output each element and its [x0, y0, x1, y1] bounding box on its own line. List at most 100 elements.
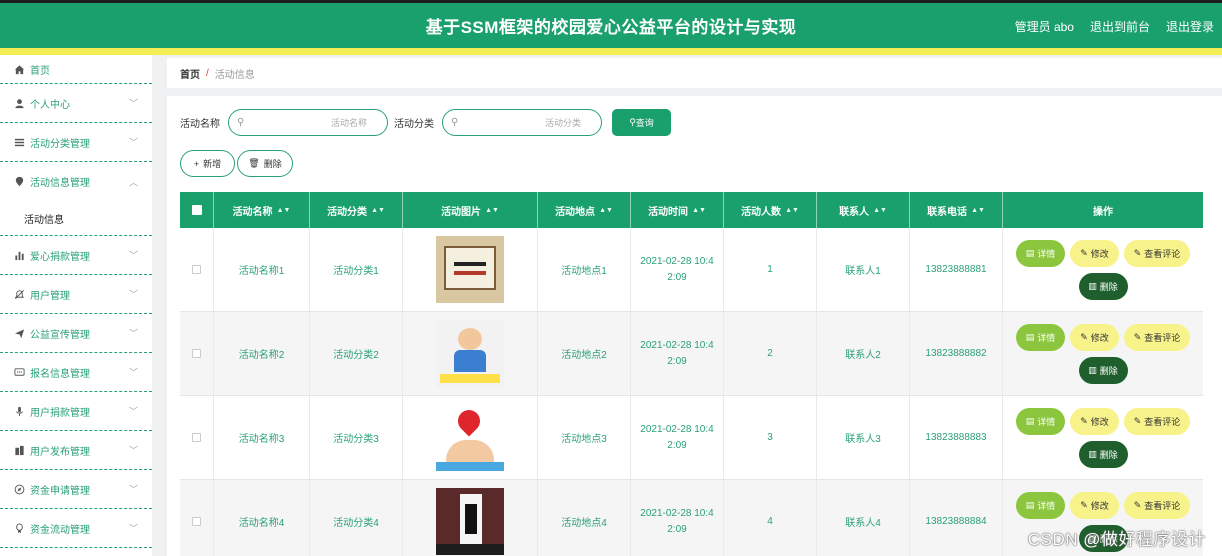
row-checkbox[interactable] — [192, 433, 201, 442]
cell-category: 活动分类4 — [310, 480, 403, 556]
sidebar-item-registration[interactable]: 报名信息管理 ﹀ — [0, 353, 152, 392]
column-header-contact[interactable]: 联系人 ▲▼ — [817, 192, 910, 228]
trash-icon: ▥ — [1088, 364, 1097, 375]
chevron-down-icon: ﹀ — [128, 98, 138, 109]
view-comments-button[interactable]: ✎ 查看评论 — [1124, 323, 1190, 351]
delete-button[interactable]: ▥ 删除 — [1078, 440, 1128, 468]
time-text: 2:09 — [667, 439, 687, 451]
edit-button[interactable]: ✎ 修改 — [1070, 407, 1119, 435]
activity-category-label: 活动分类 — [394, 119, 434, 130]
column-header-name[interactable]: 活动名称 ▲▼ — [214, 192, 310, 228]
activity-image[interactable] — [436, 320, 504, 387]
sidebar-item-user-publish[interactable]: 用户发布管理 ﹀ — [0, 431, 152, 470]
sort-icon: ▲▼ — [485, 206, 499, 214]
column-header-label: 活动名称 — [232, 206, 273, 218]
batch-delete-button[interactable]: 🗑 删除 — [237, 150, 293, 177]
edit-label: 修改 — [1090, 248, 1109, 259]
row-checkbox[interactable] — [192, 517, 201, 526]
cell-name: 活动名称3 — [214, 396, 310, 479]
time-text: 2021-02-28 10:4 — [640, 339, 714, 351]
toolbar: + 新增 🗑 删除 — [180, 150, 293, 177]
sidebar-item-activity-management[interactable]: 活动信息管理 ︿ — [0, 162, 152, 201]
sidebar-item-publicity[interactable]: 公益宣传管理 ﹀ — [0, 314, 152, 353]
select-all-checkbox[interactable] — [191, 205, 202, 215]
list-icon — [13, 136, 25, 148]
location-pin-icon — [13, 176, 25, 188]
pencil-icon: ✎ — [1133, 331, 1142, 342]
logout-link[interactable]: 退出登录 — [1166, 18, 1214, 35]
home-icon — [13, 63, 25, 75]
detail-button[interactable]: ▤ 详情 — [1016, 323, 1065, 351]
activity-name-search-field[interactable]: ⚲ — [228, 109, 388, 136]
delete-button[interactable]: ▥ 删除 — [1078, 356, 1128, 384]
cell-ops: ▤ 详情 ✎ 修改 ✎ 查看评论 ▥ 删除 — [1003, 396, 1203, 479]
activity-category-search-field[interactable]: ⚲ — [442, 109, 602, 136]
row-checkbox[interactable] — [192, 349, 201, 358]
cell-place: 活动地点3 — [538, 396, 631, 479]
batch-delete-label: 删除 — [263, 159, 282, 169]
sidebar-item-user-donation[interactable]: 用户捐款管理 ﹀ — [0, 392, 152, 431]
chevron-down-icon: ﹀ — [128, 250, 138, 261]
column-header-phone[interactable]: 联系电话 ▲▼ — [910, 192, 1003, 228]
add-button-label: 新增 — [203, 159, 222, 169]
sidebar-item-label: 活动分类管理 — [30, 138, 90, 150]
column-header-place[interactable]: 活动地点 ▲▼ — [538, 192, 631, 228]
sidebar-subitem-activity-info[interactable]: 活动信息 — [0, 201, 152, 236]
time-text: 2021-02-28 10:4 — [640, 255, 714, 267]
chevron-down-icon: ﹀ — [128, 445, 138, 456]
sort-icon: ▲▼ — [692, 206, 706, 214]
sidebar-item-fund-application[interactable]: 资金申请管理 ﹀ — [0, 470, 152, 509]
chevron-down-icon: ﹀ — [128, 406, 138, 417]
view-comments-button[interactable]: ✎ 查看评论 — [1124, 407, 1190, 435]
sidebar-item-users[interactable]: 用户管理 ﹀ — [0, 275, 152, 314]
cell-category: 活动分类3 — [310, 396, 403, 479]
column-header-label: 活动图片 — [441, 206, 482, 218]
back-to-front-link[interactable]: 退出到前台 — [1090, 18, 1150, 35]
sidebar-item-profile[interactable]: 个人中心 ﹀ — [0, 84, 152, 123]
document-icon: ▤ — [1025, 247, 1035, 258]
cell-contact: 联系人1 — [817, 228, 910, 311]
sidebar-item-label: 个人中心 — [30, 99, 70, 111]
column-header-time[interactable]: 活动时间 ▲▼ — [631, 192, 724, 228]
sidebar-item-donation[interactable]: 爱心捐款管理 ﹀ — [0, 236, 152, 275]
column-header-count[interactable]: 活动人数 ▲▼ — [724, 192, 817, 228]
cell-place: 活动地点1 — [538, 228, 631, 311]
column-header-category[interactable]: 活动分类 ▲▼ — [310, 192, 403, 228]
edit-button[interactable]: ✎ 修改 — [1070, 239, 1119, 267]
chevron-up-icon: ︿ — [128, 177, 138, 187]
cell-name: 活动名称1 — [214, 228, 310, 311]
cell-phone: 13823888884 — [910, 480, 1003, 556]
edit-label: 修改 — [1090, 416, 1109, 427]
activity-image[interactable] — [436, 404, 504, 471]
activity-table: 活动名称 ▲▼ 活动分类 ▲▼ 活动图片 ▲▼ 活动地点 ▲▼ 活动时间 ▲▼ 活动人数 ▲… — [180, 192, 1203, 556]
sidebar-item-label: 报名信息管理 — [30, 368, 90, 380]
column-header-image[interactable]: 活动图片 ▲▼ — [403, 192, 538, 228]
detail-button[interactable]: ▤ 详情 — [1016, 491, 1065, 519]
row-checkbox[interactable] — [192, 265, 201, 274]
cell-contact: 联系人2 — [817, 312, 910, 395]
delete-button[interactable]: ▥ 删除 — [1078, 272, 1128, 300]
detail-button[interactable]: ▤ 详情 — [1016, 407, 1065, 435]
query-button[interactable]: ⚲ 查询 — [612, 109, 671, 136]
breadcrumb-current: 活动信息 — [214, 69, 255, 81]
add-button[interactable]: + 新增 — [180, 150, 235, 177]
building-icon — [13, 444, 25, 456]
detail-button[interactable]: ▤ 详情 — [1016, 239, 1065, 267]
sidebar-item-category[interactable]: 活动分类管理 ﹀ — [0, 123, 152, 162]
activity-image[interactable] — [436, 236, 504, 303]
delete-label: 删除 — [1099, 365, 1118, 376]
column-header-label: 联系人 — [839, 206, 870, 218]
breadcrumb-home[interactable]: 首页 — [180, 66, 200, 81]
activity-category-input[interactable] — [443, 117, 601, 128]
activity-image[interactable] — [436, 488, 504, 555]
view-comments-button[interactable]: ✎ 查看评论 — [1124, 239, 1190, 267]
activity-name-input[interactable] — [229, 117, 387, 128]
edit-button[interactable]: ✎ 修改 — [1070, 491, 1119, 519]
sidebar-item-fund-flow[interactable]: 资金流动管理 ﹀ — [0, 509, 152, 548]
edit-button[interactable]: ✎ 修改 — [1070, 323, 1119, 351]
cell-phone: 13823888883 — [910, 396, 1003, 479]
cell-place: 活动地点2 — [538, 312, 631, 395]
pencil-icon: ✎ — [1080, 415, 1088, 426]
sidebar-item-home[interactable]: 首页 — [0, 55, 152, 84]
view-comments-button[interactable]: ✎ 查看评论 — [1124, 491, 1190, 519]
